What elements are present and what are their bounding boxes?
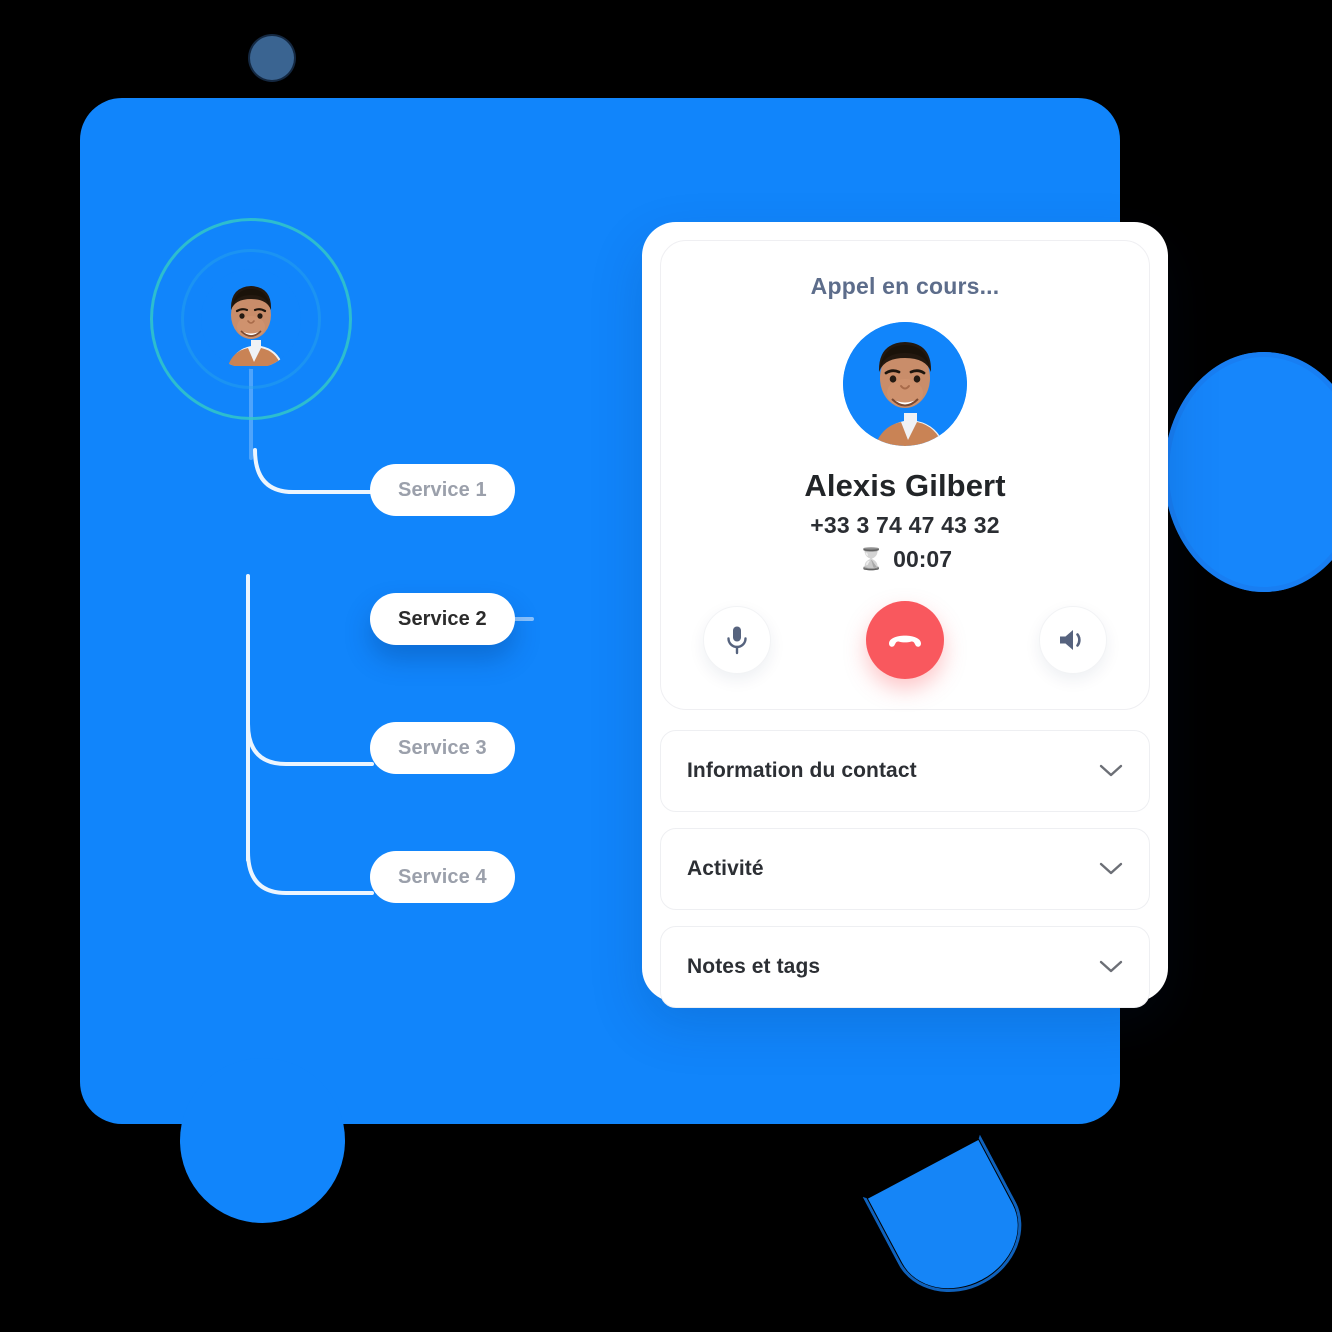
call-timer: ⌛ 00:07 bbox=[685, 546, 1125, 573]
caller-name: Alexis Gilbert bbox=[804, 468, 1006, 503]
decoration-circle-bottom-left bbox=[180, 1058, 345, 1223]
accordion-row-activite[interactable]: Activité bbox=[660, 828, 1150, 910]
caller-phone-number: +33 3 74 47 43 32 bbox=[810, 512, 1000, 538]
service-pill-2-label: Service 2 bbox=[398, 607, 487, 630]
speaker-button[interactable] bbox=[1039, 606, 1107, 674]
phone-down-icon bbox=[889, 635, 921, 647]
mute-button[interactable] bbox=[703, 606, 771, 674]
service-pill-1[interactable]: Service 1 bbox=[370, 464, 515, 516]
service-pill-3[interactable]: Service 3 bbox=[370, 722, 515, 774]
service-pill-1-label: Service 1 bbox=[398, 478, 487, 501]
caller-avatar-illustration bbox=[843, 322, 967, 446]
decoration-circle-right bbox=[1164, 352, 1332, 592]
call-timer-value: 00:07 bbox=[893, 546, 952, 572]
speaker-icon bbox=[1060, 630, 1081, 650]
accordion-row-notes-et-tags[interactable]: Notes et tags bbox=[660, 926, 1150, 1008]
contact-accordion: Information du contact Activité Notes et… bbox=[660, 730, 1150, 1008]
caller-avatar bbox=[843, 322, 967, 446]
agent-node bbox=[150, 218, 352, 420]
decoration-dot-top bbox=[250, 36, 294, 80]
service-pill-4[interactable]: Service 4 bbox=[370, 851, 515, 903]
agent-avatar-illustration bbox=[201, 269, 301, 369]
call-card: Appel en cours... Alexis Gilbert +33 3 7… bbox=[642, 222, 1168, 1008]
decoration-crescent-bottom-right bbox=[867, 1139, 1038, 1310]
accordion-row-information-du-contact[interactable]: Information du contact bbox=[660, 730, 1150, 812]
hangup-button[interactable] bbox=[866, 601, 944, 679]
screenshot-root: Service 1 Service 2 Service 3 Service 4 … bbox=[0, 0, 1332, 1332]
active-call-panel: Appel en cours... Alexis Gilbert +33 3 7… bbox=[660, 240, 1150, 710]
chevron-down-icon[interactable] bbox=[1099, 764, 1123, 778]
accordion-label-activite: Activité bbox=[687, 857, 764, 880]
chevron-down-icon[interactable] bbox=[1099, 960, 1123, 974]
agent-avatar bbox=[201, 269, 301, 369]
call-status-text: Appel en cours... bbox=[810, 273, 1000, 299]
service-pill-4-label: Service 4 bbox=[398, 865, 487, 888]
accordion-label-notes-et-tags: Notes et tags bbox=[687, 955, 821, 978]
hourglass-icon: ⌛ bbox=[858, 547, 885, 571]
service-pill-2[interactable]: Service 2 bbox=[370, 593, 515, 645]
microphone-icon bbox=[727, 626, 747, 655]
accordion-label-information-du-contact: Information du contact bbox=[687, 759, 917, 782]
chevron-down-icon[interactable] bbox=[1099, 862, 1123, 876]
service-pill-3-label: Service 3 bbox=[398, 736, 487, 759]
call-controls bbox=[685, 601, 1125, 679]
